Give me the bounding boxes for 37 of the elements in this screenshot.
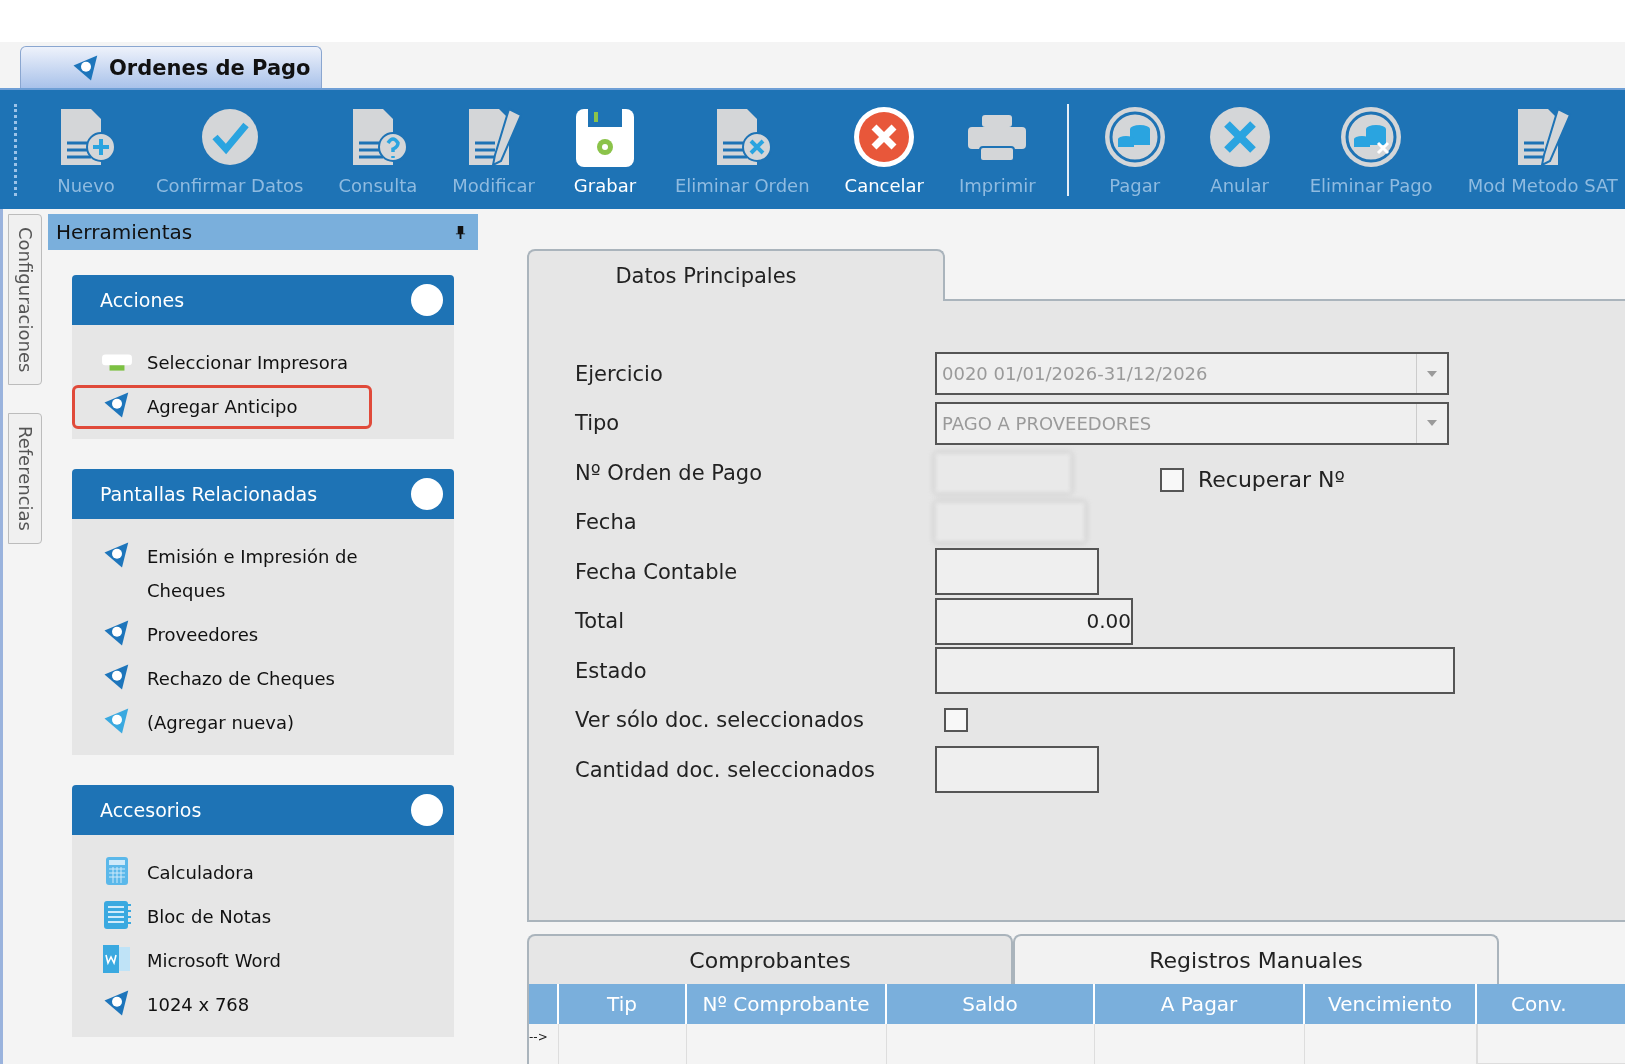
group-header[interactable]: Accesorios <box>72 785 454 835</box>
tab[interactable]: Comprobantes <box>527 934 1013 984</box>
tool-item[interactable]: Calculadora <box>72 851 372 895</box>
tab[interactable]: Datos Principales <box>527 249 945 301</box>
toolbar-button[interactable]: Grabar <box>565 103 644 196</box>
document-tab[interactable]: Ordenes de Pago <box>20 46 322 88</box>
tool-item[interactable]: 1024 x 768 <box>72 983 372 1027</box>
tool-item[interactable]: Proveedores <box>72 613 372 657</box>
document-tab-title: Ordenes de Pago <box>109 55 311 80</box>
group-title: Acciones <box>100 289 185 311</box>
field-label: Total <box>575 609 626 634</box>
side-tab[interactable]: Configuraciones <box>8 214 42 386</box>
tools-panel-title: Herramientas <box>56 220 193 244</box>
group-title: Pantallas Relacionadas <box>100 483 318 505</box>
field-label: Tipo <box>575 411 621 436</box>
field-label: Estado <box>575 658 648 683</box>
tool-item[interactable]: Agregar Anticipo <box>72 385 372 429</box>
tab[interactable]: Registros Manuales <box>1013 934 1499 984</box>
field-label: Ejercicio <box>575 361 664 386</box>
field-label: Fecha Contable <box>575 559 739 584</box>
field-label: Nº Orden de Pago <box>575 460 763 485</box>
toolbar-button[interactable]: Cancelar <box>840 103 928 196</box>
field-label: Ver sólo doc. seleccionados <box>575 708 865 733</box>
group-header[interactable]: Pantallas Relacionadas <box>72 469 454 519</box>
tool-item[interactable]: Seleccionar Impresora <box>72 341 372 385</box>
total-field[interactable]: 0.00 <box>935 597 1133 645</box>
group-header[interactable]: Acciones <box>72 275 454 325</box>
tool-item[interactable]: Bloc de Notas <box>72 895 372 939</box>
side-tab[interactable]: Referencias <box>8 413 42 545</box>
checkbox-label: Recuperar Nº <box>1198 467 1345 493</box>
tool-item[interactable]: Emisión e Impresión de Cheques <box>72 535 452 613</box>
tool-item[interactable]: Rechazo de Cheques <box>72 657 372 701</box>
tool-item[interactable]: (Agregar nueva) <box>72 701 372 745</box>
field-label: Cantidad doc. seleccionados <box>575 757 876 782</box>
group-title: Accesorios <box>100 799 202 821</box>
field-label: Fecha <box>575 510 638 535</box>
tool-item[interactable]: Microsoft Word <box>72 939 372 983</box>
